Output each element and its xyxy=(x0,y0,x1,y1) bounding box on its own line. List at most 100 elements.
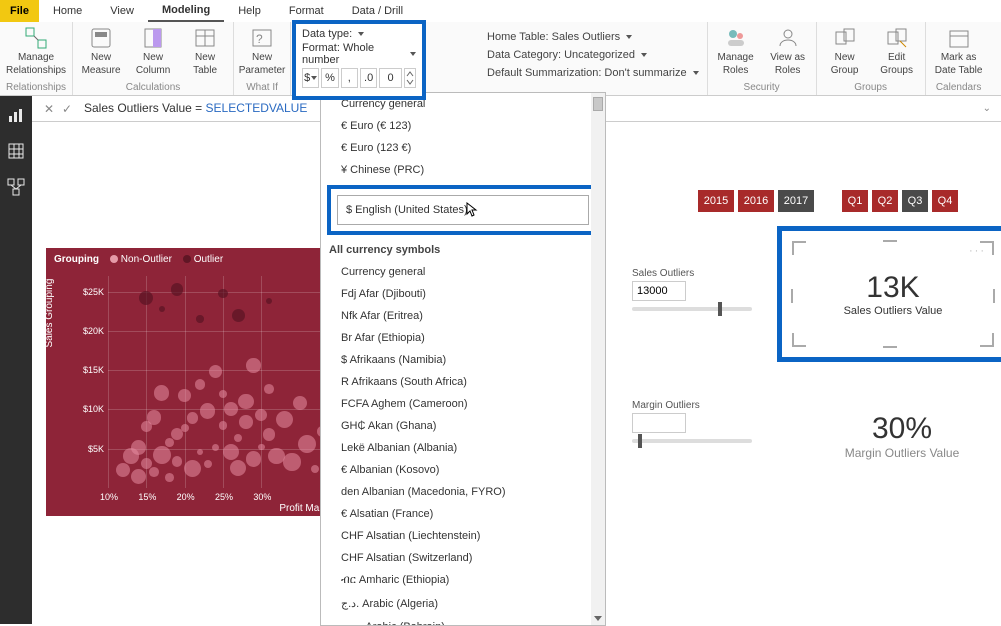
new-parameter-button[interactable]: ? NewParameter xyxy=(240,26,284,76)
chevron-down-icon[interactable] xyxy=(410,52,416,56)
group-label-relationships: Relationships xyxy=(6,82,66,93)
dropdown-option[interactable]: Lekë Albanian (Albania) xyxy=(321,437,605,459)
dropdown-option[interactable]: د.ج. Arabic (Algeria) xyxy=(321,592,605,615)
dropdown-option[interactable]: $ Afrikaans (Namibia) xyxy=(321,349,605,371)
dropdown-option[interactable]: CHF Alsatian (Switzerland) xyxy=(321,547,605,569)
chevron-down-icon[interactable] xyxy=(358,32,364,36)
kpi-label: Sales Outliers Value xyxy=(844,305,943,317)
year-slicer[interactable]: 2015 2016 2017 xyxy=(698,190,814,212)
decimal-icon-button[interactable]: .0 xyxy=(360,68,377,88)
dropdown-option[interactable]: € Albanian (Kosovo) xyxy=(321,459,605,481)
group-label-calculations: Calculations xyxy=(126,82,180,93)
slider-track[interactable] xyxy=(632,307,752,311)
sales-outliers-slicer[interactable]: Sales Outliers xyxy=(632,268,772,311)
tab-view[interactable]: View xyxy=(96,0,148,22)
margin-outliers-slicer[interactable]: Margin Outliers xyxy=(632,400,772,443)
quarter-pill-q1[interactable]: Q1 xyxy=(842,190,868,212)
formula-text[interactable]: Sales Outliers Value = SELECTEDVALUE xyxy=(84,101,307,116)
dropdown-option[interactable]: € Euro (€ 123) xyxy=(321,115,605,137)
new-group-button[interactable]: NewGroup xyxy=(823,26,867,76)
sales-outliers-input[interactable] xyxy=(632,281,686,301)
new-column-button[interactable]: NewColumn xyxy=(131,26,175,76)
tab-datadrill[interactable]: Data / Drill xyxy=(338,0,417,22)
edit-groups-icon xyxy=(885,26,909,50)
table-icon xyxy=(193,26,217,50)
percent-button[interactable]: % xyxy=(321,68,338,88)
slider-label: Sales Outliers xyxy=(632,268,772,279)
dropdown-option[interactable]: د.ب. Arabic (Bahrain) xyxy=(321,615,605,626)
dropdown-option[interactable]: ብር Amharic (Ethiopia) xyxy=(321,569,605,592)
tab-format[interactable]: Format xyxy=(275,0,338,22)
dropdown-search-input[interactable]: $ English (United States) xyxy=(337,195,589,225)
mark-date-table-button[interactable]: Mark asDate Table xyxy=(932,26,986,76)
new-table-button[interactable]: NewTable xyxy=(183,26,227,76)
manage-roles-button[interactable]: ManageRoles xyxy=(714,26,758,76)
tab-help[interactable]: Help xyxy=(224,0,275,22)
kpi-label: Margin Outliers Value xyxy=(802,446,1001,460)
scroll-down-icon[interactable] xyxy=(591,611,605,625)
scatter-visual[interactable]: Grouping Non-Outlier Outlier Sales Group… xyxy=(46,248,346,516)
comma-button[interactable]: , xyxy=(341,68,358,88)
margin-kpi-card[interactable]: 30% Margin Outliers Value xyxy=(802,412,1001,460)
dropdown-option[interactable]: € Alsatian (France) xyxy=(321,503,605,525)
dropdown-option[interactable]: € Euro (123 €) xyxy=(321,137,605,159)
group-label-groups: Groups xyxy=(854,82,887,93)
currency-format-dropdown[interactable]: Currency general € Euro (€ 123)€ Euro (12… xyxy=(320,92,606,626)
data-category-prop[interactable]: Data Category: Uncategorized xyxy=(487,46,699,64)
summarization-prop[interactable]: Default Summarization: Don't summarize xyxy=(487,64,699,82)
report-view-icon[interactable] xyxy=(7,106,25,124)
svg-text:?: ? xyxy=(256,32,263,46)
kpi-value: 30% xyxy=(802,412,1001,446)
edit-groups-button[interactable]: EditGroups xyxy=(875,26,919,76)
year-pill-2015[interactable]: 2015 xyxy=(698,190,734,212)
quarter-pill-q3[interactable]: Q3 xyxy=(902,190,928,212)
tab-modeling[interactable]: Modeling xyxy=(148,0,224,22)
tab-home[interactable]: Home xyxy=(39,0,96,22)
dropdown-option[interactable]: Nfk Afar (Eritrea) xyxy=(321,305,605,327)
formula-cancel-icon[interactable]: ✕ xyxy=(40,102,58,116)
dropdown-option[interactable]: den Albanian (Macedonia, FYRO) xyxy=(321,481,605,503)
year-pill-2016[interactable]: 2016 xyxy=(738,190,774,212)
dropdown-option[interactable]: ¥ Chinese (PRC) xyxy=(321,159,605,181)
year-pill-2017[interactable]: 2017 xyxy=(778,190,814,212)
quarter-pill-q2[interactable]: Q2 xyxy=(872,190,898,212)
home-table-prop[interactable]: Home Table: Sales Outliers xyxy=(487,28,699,46)
dropdown-option[interactable]: Fdj Afar (Djibouti) xyxy=(321,283,605,305)
dropdown-option[interactable]: Currency general xyxy=(321,261,605,283)
data-view-icon[interactable] xyxy=(7,142,25,160)
dropdown-option[interactable]: FCFA Aghem (Cameroon) xyxy=(321,393,605,415)
dropdown-search-box-highlight: $ English (United States) xyxy=(327,185,599,235)
formatting-panel: Data type: Format: Whole number $ % , .0… xyxy=(292,20,426,100)
slider-knob[interactable] xyxy=(718,302,722,316)
model-view-icon[interactable] xyxy=(7,178,25,196)
dropdown-section-header: All currency symbols xyxy=(321,239,605,261)
y-axis-label: Sales Grouping xyxy=(44,279,55,348)
group-label-calendars: Calendars xyxy=(936,82,982,93)
view-as-roles-button[interactable]: View asRoles xyxy=(766,26,810,76)
formula-expand-icon[interactable]: ⌄ xyxy=(983,103,991,114)
parameter-icon: ? xyxy=(250,26,274,50)
new-measure-button[interactable]: NewMeasure xyxy=(79,26,123,76)
quarter-pill-q4[interactable]: Q4 xyxy=(932,190,958,212)
group-label-security: Security xyxy=(744,82,780,93)
slider-track[interactable] xyxy=(632,439,752,443)
dropdown-scrollbar[interactable] xyxy=(591,93,605,625)
mouse-cursor-icon xyxy=(466,202,478,218)
format-label: Format: Whole number xyxy=(302,42,404,66)
slider-label: Margin Outliers xyxy=(632,400,772,411)
formula-commit-icon[interactable]: ✓ xyxy=(58,102,76,116)
manage-relationships-button[interactable]: ManageRelationships xyxy=(14,26,58,76)
decimal-places-input[interactable]: 0 xyxy=(379,68,401,88)
dropdown-option[interactable]: Br Afar (Ethiopia) xyxy=(321,327,605,349)
visual-selection-frame[interactable]: ··· 13K Sales Outliers Value xyxy=(792,241,994,347)
dropdown-option[interactable]: CHF Alsatian (Liechtenstein) xyxy=(321,525,605,547)
scroll-thumb[interactable] xyxy=(593,97,603,111)
currency-button[interactable]: $ xyxy=(302,68,319,88)
decimal-stepper[interactable] xyxy=(404,68,416,88)
dropdown-option[interactable]: R Afrikaans (South Africa) xyxy=(321,371,605,393)
margin-outliers-input[interactable] xyxy=(632,413,686,433)
dropdown-option[interactable]: GH₵ Akan (Ghana) xyxy=(321,415,605,437)
slider-knob[interactable] xyxy=(638,434,642,448)
tab-file[interactable]: File xyxy=(0,0,39,22)
quarter-slicer[interactable]: Q1 Q2 Q3 Q4 xyxy=(842,190,958,212)
